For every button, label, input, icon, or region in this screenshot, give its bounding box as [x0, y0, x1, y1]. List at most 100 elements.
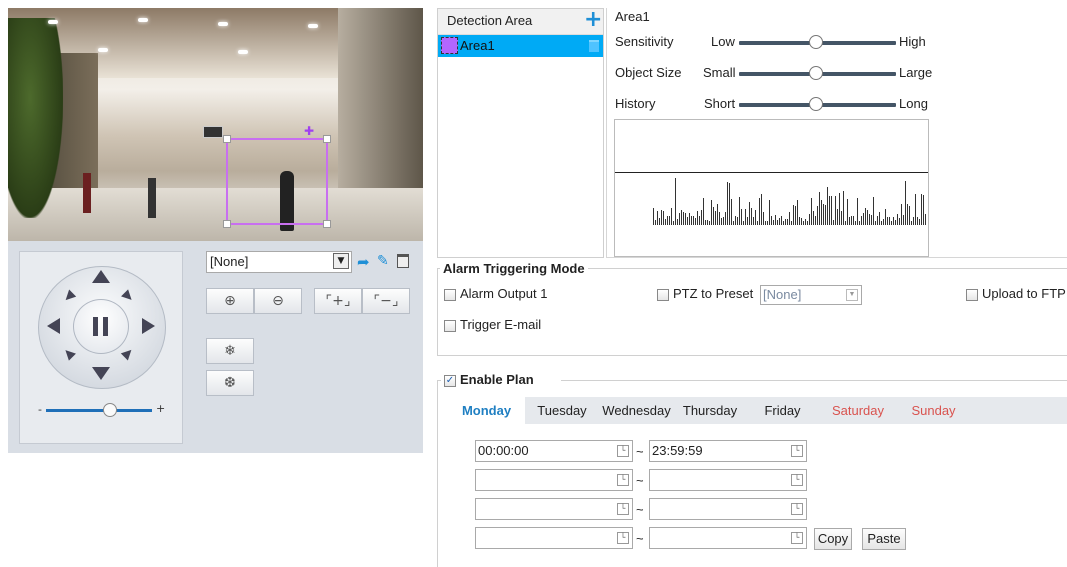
clock-icon[interactable]: └: [791, 474, 803, 486]
object-size-slider-knob[interactable]: [809, 66, 823, 80]
detection-area-title: Detection Area: [447, 13, 533, 28]
enable-plan-checkbox[interactable]: ✓: [444, 375, 456, 387]
arrow-up-icon[interactable]: [92, 270, 110, 283]
chevron-down-icon[interactable]: ▼: [333, 253, 349, 269]
detection-area-box[interactable]: [223, 135, 331, 228]
end-time-input[interactable]: [649, 498, 807, 520]
histogram-bar: [919, 219, 920, 225]
delete-preset-icon[interactable]: [397, 254, 409, 268]
history-slider-knob[interactable]: [809, 97, 823, 111]
sensitivity-slider-knob[interactable]: [809, 35, 823, 49]
histogram-bar: [917, 217, 918, 225]
delete-area-icon[interactable]: [589, 40, 599, 52]
resize-handle[interactable]: [323, 135, 331, 143]
area-list-item[interactable]: Area1: [438, 35, 603, 57]
tab-friday[interactable]: Friday: [746, 397, 819, 424]
start-time-input[interactable]: [475, 469, 633, 491]
histogram-bar: [797, 200, 798, 225]
histogram-bar: [747, 217, 748, 225]
histogram-bar: [721, 218, 722, 225]
histogram-bar: [737, 217, 738, 225]
histogram-bar: [921, 194, 922, 225]
ptz-speed-slider-knob[interactable]: [103, 403, 117, 417]
clock-icon[interactable]: └: [791, 503, 803, 515]
tab-sunday[interactable]: Sunday: [897, 397, 970, 424]
histogram-bar: [753, 217, 754, 225]
tab-wednesday[interactable]: Wednesday: [599, 397, 674, 424]
pause-icon: [93, 317, 98, 336]
snowflake-settings-icon: ❆: [224, 375, 236, 391]
start-time-input[interactable]: 00:00:00: [475, 440, 633, 462]
detection-area-header: Detection Area +: [438, 7, 603, 35]
histogram-bar: [897, 214, 898, 225]
auto-focus-button[interactable]: ❄: [206, 338, 254, 364]
copy-button[interactable]: Copy: [814, 528, 852, 550]
histogram-bar: [863, 213, 864, 225]
histogram-bar: [819, 192, 820, 225]
end-time-input[interactable]: [649, 469, 807, 491]
histogram-bar: [907, 204, 908, 225]
resize-handle[interactable]: [323, 220, 331, 228]
histogram-bar: [793, 205, 794, 225]
histogram-bar: [923, 195, 924, 225]
histogram-bar: [827, 187, 828, 225]
tab-thursday[interactable]: Thursday: [675, 397, 745, 424]
tab-monday[interactable]: Monday: [448, 397, 525, 424]
goto-preset-icon[interactable]: ➦: [357, 253, 370, 271]
focus-near-button[interactable]: ⌜+⌟: [314, 288, 362, 314]
histogram-bar: [843, 191, 844, 225]
preset-select[interactable]: [None]: [206, 251, 352, 273]
histogram-bar: [841, 211, 842, 225]
histogram-bar: [825, 205, 826, 225]
end-time-input[interactable]: 23:59:59: [649, 440, 807, 462]
clock-icon[interactable]: └: [617, 445, 629, 457]
histogram-bar: [711, 200, 712, 225]
histogram-bar: [903, 215, 904, 225]
history-high-label: Long: [899, 96, 928, 111]
resize-handle[interactable]: [223, 135, 231, 143]
area-name: Area1: [460, 38, 495, 53]
end-time-input[interactable]: [649, 527, 807, 549]
tab-saturday[interactable]: Saturday: [820, 397, 896, 424]
histogram-bar: [691, 216, 692, 225]
clock-icon[interactable]: └: [791, 532, 803, 544]
chevron-down-icon[interactable]: ▼: [846, 289, 858, 301]
histogram-bar: [779, 218, 780, 225]
resize-handle[interactable]: [223, 220, 231, 228]
histogram-bar: [915, 194, 916, 225]
start-time-input[interactable]: [475, 527, 633, 549]
clock-icon[interactable]: └: [617, 503, 629, 515]
ptz-preset-select[interactable]: [None] ▼: [760, 285, 862, 305]
trigger-email-checkbox[interactable]: [444, 320, 456, 332]
histogram-bar: [891, 221, 892, 225]
focus-far-button[interactable]: ⌜−⌟: [362, 288, 410, 314]
clock-icon[interactable]: └: [617, 474, 629, 486]
alarm-output-checkbox[interactable]: [444, 289, 456, 301]
tab-tuesday[interactable]: Tuesday: [526, 397, 598, 424]
arrow-right-icon[interactable]: [142, 318, 155, 334]
upload-ftp-checkbox[interactable]: [966, 289, 978, 301]
histogram-bar: [861, 216, 862, 225]
arrow-left-icon[interactable]: [47, 318, 60, 334]
histogram-bar: [781, 216, 782, 225]
ptz-speed-slider[interactable]: [46, 409, 152, 412]
clock-icon[interactable]: └: [617, 532, 629, 544]
start-time-input[interactable]: [475, 498, 633, 520]
histogram-bar: [759, 198, 760, 225]
video-preview[interactable]: [8, 8, 423, 241]
trigger-email-label: Trigger E-mail: [460, 317, 542, 332]
histogram-bar: [761, 194, 762, 225]
zoom-in-button[interactable]: ⊕: [206, 288, 254, 314]
paste-button[interactable]: Paste: [862, 528, 906, 550]
pause-button[interactable]: [73, 299, 129, 354]
ptz-preset-select-value: [None]: [763, 287, 802, 302]
histogram-bar: [681, 210, 682, 225]
histogram-bar: [717, 204, 718, 225]
lens-init-button[interactable]: ❆: [206, 370, 254, 396]
edit-preset-icon[interactable]: ✎: [377, 253, 389, 269]
clock-icon[interactable]: └: [791, 445, 803, 457]
zoom-out-button[interactable]: ⊖: [254, 288, 302, 314]
ptz-preset-checkbox[interactable]: [657, 289, 669, 301]
add-area-icon[interactable]: +: [584, 7, 602, 32]
arrow-down-icon[interactable]: [92, 367, 110, 380]
